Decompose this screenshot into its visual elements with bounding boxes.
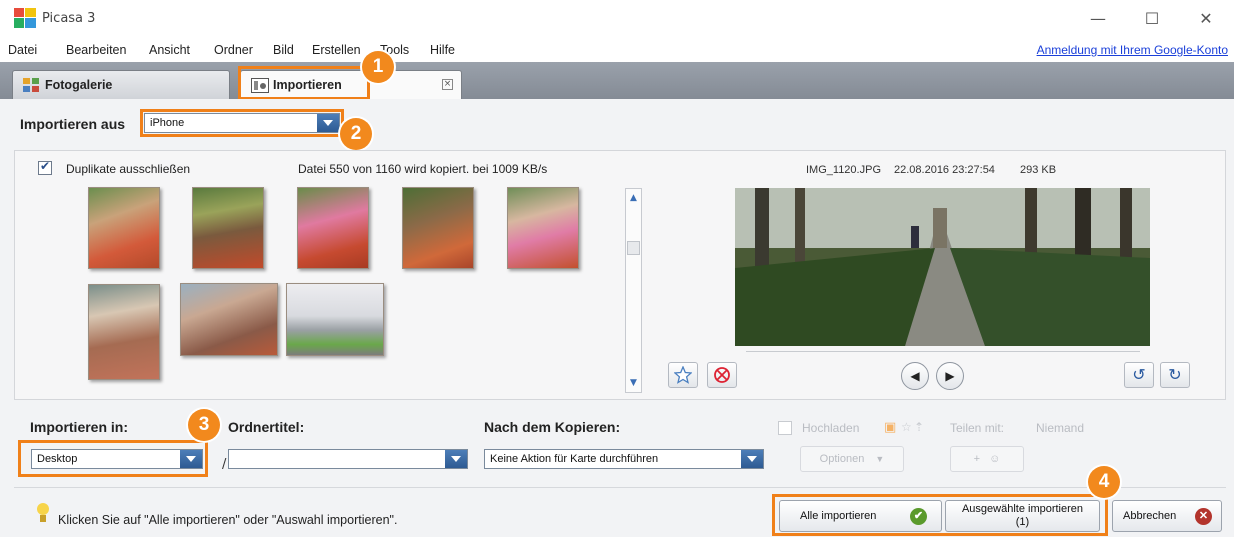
menu-bearbeiten[interactable]: Bearbeiten <box>66 43 126 57</box>
after-copy-label: Nach dem Kopieren: <box>484 419 621 435</box>
lightbulb-icon <box>37 503 49 522</box>
rotate-right-icon: ↻ <box>1168 365 1182 384</box>
reject-button[interactable] <box>707 362 737 388</box>
forest-path-image <box>735 188 1150 346</box>
menu-erstellen[interactable]: Erstellen <box>312 43 361 57</box>
chevron-down-icon: ▼ <box>875 454 885 464</box>
chevron-down-icon <box>445 450 467 468</box>
tab-fotogalerie[interactable]: Fotogalerie <box>12 70 230 99</box>
import-from-label: Importieren aus <box>20 116 126 132</box>
share-with-label: Teilen mit: <box>950 421 1005 435</box>
photo-thumbnail[interactable] <box>180 283 278 356</box>
upload-star-icon: ☆ <box>901 420 912 434</box>
upload-options-button[interactable]: Optionen ▼ <box>800 446 904 472</box>
rotate-left-button[interactable]: ↺ <box>1124 362 1154 388</box>
minimize-button[interactable]: — <box>1078 6 1118 32</box>
folder-title-label: Ordnertitel: <box>228 419 305 435</box>
tab-fotogalerie-label: Fotogalerie <box>45 78 113 92</box>
preview-image <box>735 188 1150 346</box>
rotate-left-icon: ↺ <box>1132 365 1146 384</box>
cancel-x-icon: ✕ <box>1195 508 1212 525</box>
path-separator: / <box>222 457 227 472</box>
photo-thumbnail[interactable] <box>88 187 160 269</box>
photo-thumbnail[interactable] <box>88 284 160 380</box>
import-to-label: Importieren in: <box>30 419 129 435</box>
previous-image-button[interactable]: ◀ <box>901 362 929 390</box>
maximize-button[interactable]: ☐ <box>1132 6 1172 32</box>
menu-hilfe[interactable]: Hilfe <box>430 43 455 57</box>
callout-badge-2: 2 <box>340 118 372 150</box>
photo-thumbnail[interactable] <box>286 283 384 356</box>
callout-box-1 <box>238 66 370 100</box>
preview-filesize: 293 KB <box>1020 164 1057 176</box>
chevron-right-icon: ▶ <box>945 369 955 383</box>
exclude-duplicates-label: Duplikate ausschließen <box>66 162 191 176</box>
upload-arrow-icon: ⇡ <box>914 420 925 434</box>
photo-thumbnail[interactable] <box>297 187 369 269</box>
upload-album-icon: ▣ <box>884 420 897 435</box>
callout-badge-1: 1 <box>362 51 394 83</box>
scroll-thumb[interactable] <box>627 241 640 255</box>
menu-bar: Datei Bearbeiten Ansicht Ordner Bild Ers… <box>0 38 1234 62</box>
photo-thumbnail[interactable] <box>402 187 474 269</box>
after-copy-select[interactable]: Keine Aktion für Karte durchführen <box>484 449 764 469</box>
upload-label: Hochladen <box>802 421 860 435</box>
menu-bild[interactable]: Bild <box>273 43 294 57</box>
preview-filename: IMG_1120.JPG <box>806 164 881 176</box>
folder-title-input[interactable] <box>228 449 468 469</box>
star-icon <box>673 365 693 384</box>
photo-thumbnail[interactable] <box>192 187 264 269</box>
callout-box-3 <box>18 440 208 477</box>
photo-thumbnail[interactable] <box>507 187 579 269</box>
callout-badge-3: 3 <box>188 409 220 441</box>
picasa-logo-icon <box>14 8 36 28</box>
close-window-button[interactable]: ✕ <box>1186 6 1226 32</box>
callout-box-2 <box>140 109 344 137</box>
person-icon: ☺ <box>989 453 1001 465</box>
menu-ansicht[interactable]: Ansicht <box>149 43 190 57</box>
tab-strip: Fotogalerie Importieren × <box>0 62 1234 99</box>
exclude-duplicates-checkbox[interactable] <box>38 159 52 175</box>
preview-datetime: 22.08.2016 23:27:54 <box>894 164 995 176</box>
thumbnail-scrollbar[interactable]: ▲ ▼ <box>625 188 642 393</box>
after-copy-value: Keine Aktion für Karte durchführen <box>490 453 659 465</box>
bottom-divider <box>14 487 1226 488</box>
menu-ordner[interactable]: Ordner <box>214 43 253 57</box>
close-tab-button[interactable]: × <box>442 79 453 90</box>
add-people-button[interactable]: + ☺ <box>950 446 1024 472</box>
google-login-link[interactable]: Anmeldung mit Ihrem Google-Konto <box>1037 43 1228 57</box>
gallery-icon <box>23 78 39 92</box>
callout-box-4 <box>772 494 1108 536</box>
scroll-down-icon[interactable]: ▼ <box>626 375 641 391</box>
title-bar: Picasa 3 — ☐ ✕ <box>0 0 1234 38</box>
cancel-button[interactable]: Abbrechen ✕ <box>1112 500 1222 532</box>
menu-datei[interactable]: Datei <box>8 43 37 57</box>
star-button[interactable] <box>668 362 698 388</box>
window-title: Picasa 3 <box>42 11 96 26</box>
chevron-left-icon: ◀ <box>910 369 920 383</box>
import-hint-text: Klicken Sie auf "Alle importieren" oder … <box>58 513 398 527</box>
scroll-up-icon[interactable]: ▲ <box>626 190 641 206</box>
upload-checkbox[interactable] <box>778 421 792 435</box>
copy-progress-text: Datei 550 von 1160 wird kopiert. bei 100… <box>298 162 548 176</box>
callout-badge-4: 4 <box>1088 466 1120 498</box>
rotate-right-button[interactable]: ↻ <box>1160 362 1190 388</box>
share-with-value: Niemand <box>1036 421 1085 435</box>
preview-divider <box>746 351 1140 352</box>
add-people-plus: + <box>973 453 981 465</box>
next-image-button[interactable]: ▶ <box>936 362 964 390</box>
reject-icon <box>714 367 730 383</box>
cancel-label: Abbrechen <box>1123 510 1177 522</box>
chevron-down-icon <box>741 450 763 468</box>
upload-options-label: Optionen <box>819 453 865 465</box>
